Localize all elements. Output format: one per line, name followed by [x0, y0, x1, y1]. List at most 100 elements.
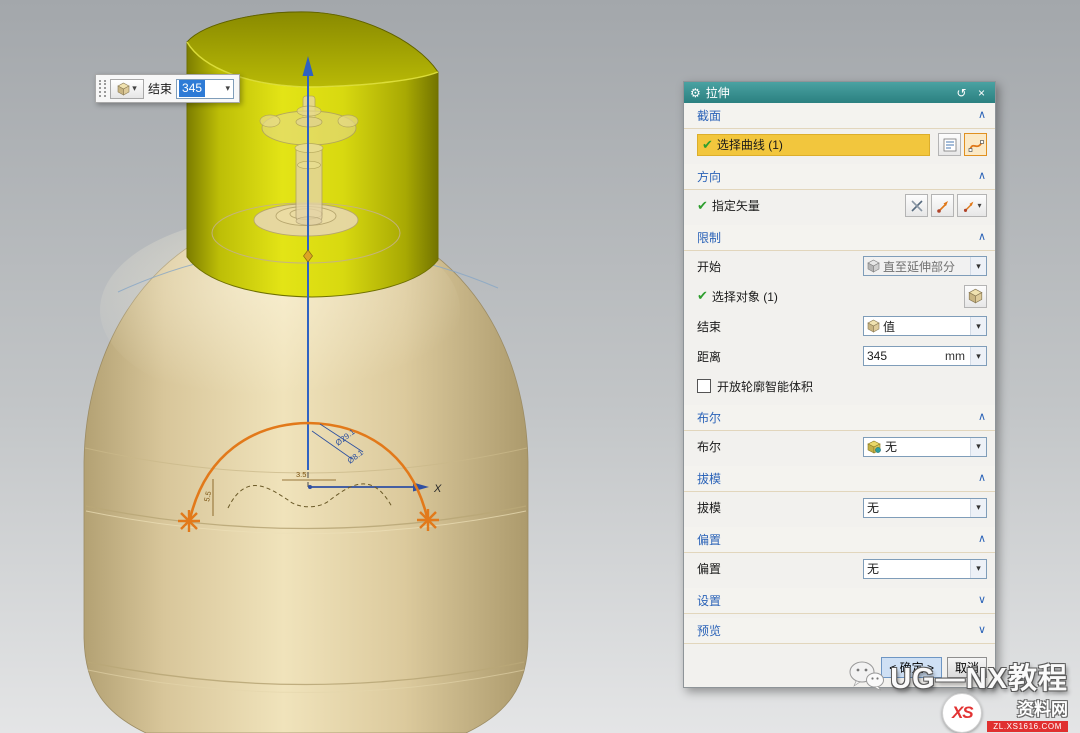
draft-value: 无 [867, 499, 967, 516]
solid-body-icon [117, 82, 130, 96]
x-axis-label: X [433, 483, 442, 495]
selection-list-button[interactable] [938, 133, 961, 156]
distance-unit: mm [945, 349, 965, 363]
specify-vector-row: ✔ 指定矢量 [684, 190, 995, 221]
select-object-label: 选择对象 (1) [712, 288, 778, 305]
chevron-up-icon[interactable]: ∧ [978, 232, 986, 243]
distance-value-selected[interactable]: 345 [179, 80, 205, 97]
watermark-row2: XS 资料网 ZL.XS1616.COM [848, 693, 1068, 733]
dim-label[interactable]: 3.5 [296, 470, 306, 479]
face-icon [867, 259, 880, 273]
select-object-button[interactable] [964, 285, 987, 308]
end-limit-dropdown[interactable]: 值 ▾ [863, 316, 987, 336]
offset-label: 偏置 [697, 560, 721, 577]
dropdown-arrow-icon[interactable]: ▾ [970, 499, 986, 517]
start-limit-row: 开始 直至延伸部分 ▾ [684, 251, 995, 281]
sketch-endpoint-right-marker[interactable] [417, 509, 439, 531]
dropdown-arrow-icon: ▾ [132, 83, 137, 94]
offset-value: 无 [867, 560, 967, 577]
direction-title: 方向 [697, 168, 721, 185]
boolean-label: 布尔 [697, 438, 721, 455]
distance-label: 距离 [697, 348, 721, 365]
start-limit-dropdown[interactable]: 直至延伸部分 ▾ [863, 256, 987, 276]
xs-logo: XS [942, 693, 982, 733]
chevron-up-icon[interactable]: ∧ [978, 473, 986, 484]
settings-header[interactable]: 设置 ∨ [684, 588, 995, 614]
settings-title: 设置 [697, 592, 721, 609]
solid-body-icon [968, 288, 983, 304]
draft-label: 拔模 [697, 499, 721, 516]
dropdown-arrow-icon[interactable]: ▾ [222, 83, 233, 94]
distance-row: 距离 345 mm ▾ [684, 341, 995, 371]
select-curve-field[interactable]: ✔ 选择曲线 (1) [697, 134, 930, 156]
xs-logo-text: XS [952, 703, 973, 723]
gear-icon: ⚙ [690, 86, 701, 100]
end-limit-row: 结束 值 ▾ [684, 311, 995, 341]
boolean-dropdown[interactable]: 无 ▾ [863, 437, 987, 457]
draft-dropdown[interactable]: 无 ▾ [863, 498, 987, 518]
offset-row: 偏置 无 ▾ [684, 553, 995, 584]
direction-header[interactable]: 方向 ∧ [684, 164, 995, 190]
draft-title: 拔模 [697, 470, 721, 487]
check-icon: ✔ [702, 137, 713, 153]
section-title: 截面 [697, 107, 721, 124]
select-curve-label: 选择曲线 (1) [717, 136, 783, 153]
dropdown-arrow-icon[interactable]: ▾ [970, 438, 986, 456]
chevron-down-icon[interactable]: ∨ [978, 595, 986, 606]
value-cube-icon [867, 319, 880, 333]
toolbar-grip[interactable] [99, 80, 106, 97]
chevron-up-icon[interactable]: ∧ [978, 110, 986, 121]
distance-field[interactable]: 345 mm ▾ [863, 346, 987, 366]
close-icon[interactable]: × [974, 86, 989, 100]
distance-value[interactable]: 345 [867, 349, 942, 363]
boolean-header[interactable]: 布尔 ∧ [684, 405, 995, 431]
dialog-titlebar[interactable]: ⚙ 拉伸 ↺ × [684, 82, 995, 103]
vector-dialog-button[interactable] [905, 194, 928, 217]
start-label: 开始 [697, 258, 721, 275]
chevron-up-icon[interactable]: ∧ [978, 534, 986, 545]
open-profile-label: 开放轮廓智能体积 [717, 378, 813, 395]
dropdown-arrow-icon[interactable]: ▾ [970, 560, 986, 578]
dropdown-arrow-icon[interactable]: ▾ [970, 257, 986, 275]
group-offset: 偏置 ∧ 偏置 无 ▾ [684, 527, 995, 588]
reset-icon[interactable]: ↺ [954, 86, 969, 100]
chevron-down-icon[interactable]: ∨ [978, 625, 986, 636]
watermark-row1: UG—NX教程 [848, 655, 1068, 697]
reverse-direction-button[interactable] [931, 194, 954, 217]
vector-type-dropdown[interactable]: ▾ [957, 194, 987, 217]
check-icon: ✔ [697, 198, 708, 214]
chevron-up-icon[interactable]: ∧ [978, 171, 986, 182]
inferred-vector-icon [935, 198, 951, 214]
section-curve-icon [968, 137, 984, 153]
section-header[interactable]: 截面 ∧ [684, 103, 995, 129]
limit-option-button[interactable]: ▾ [110, 79, 144, 99]
limits-header[interactable]: 限制 ∧ [684, 225, 995, 251]
group-boolean: 布尔 ∧ 布尔 无 ▾ [684, 405, 995, 466]
boolean-value: 无 [885, 438, 967, 455]
boolean-row: 布尔 无 ▾ [684, 431, 995, 462]
dropdown-arrow-icon: ▾ [977, 201, 981, 210]
watermark-title: UG—NX教程 [890, 655, 1068, 697]
sketch-origin[interactable] [308, 485, 312, 489]
offset-header[interactable]: 偏置 ∧ [684, 527, 995, 553]
distance-input[interactable]: 345 ▾ [176, 79, 234, 99]
preview-header[interactable]: 预览 ∨ [684, 618, 995, 644]
open-profile-checkbox[interactable] [697, 379, 711, 393]
watermark-banner: ZL.XS1616.COM [987, 721, 1068, 732]
group-settings: 设置 ∨ [684, 588, 995, 618]
offset-dropdown[interactable]: 无 ▾ [863, 559, 987, 579]
group-limits: 限制 ∧ 开始 直至延伸部分 ▾ ✔ 选择对象 (1) [684, 225, 995, 405]
select-object-row: ✔ 选择对象 (1) [684, 281, 995, 311]
end-label: 结束 [697, 318, 721, 335]
dropdown-arrow-icon[interactable]: ▾ [970, 317, 986, 335]
sketch-endpoint-left-marker[interactable] [178, 510, 200, 532]
sketch-section-button[interactable] [964, 133, 987, 156]
inferred-vector-icon [962, 199, 976, 213]
group-draft: 拔模 ∧ 拔模 无 ▾ [684, 466, 995, 527]
chevron-up-icon[interactable]: ∧ [978, 412, 986, 423]
check-icon: ✔ [697, 288, 708, 304]
dropdown-arrow-icon[interactable]: ▾ [970, 347, 986, 365]
dialog-title: 拉伸 [706, 84, 949, 101]
draft-row: 拔模 无 ▾ [684, 492, 995, 523]
draft-header[interactable]: 拔模 ∧ [684, 466, 995, 492]
